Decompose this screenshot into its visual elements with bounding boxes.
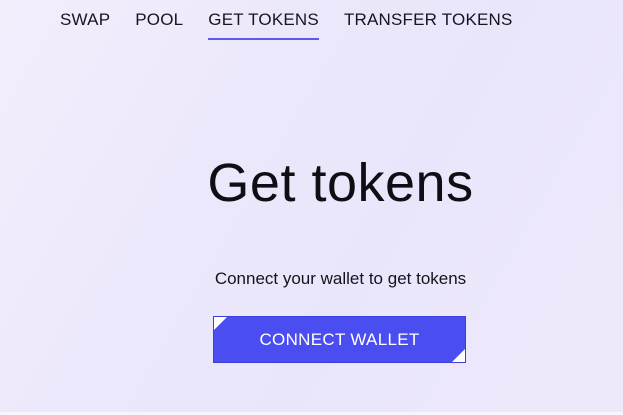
tab-transfer-tokens[interactable]: TRANSFER TOKENS xyxy=(344,10,513,40)
tab-get-tokens[interactable]: GET TOKENS xyxy=(208,10,319,40)
connect-wallet-label: CONNECT WALLET xyxy=(259,329,420,349)
button-corner-decoration xyxy=(214,317,227,330)
page-title: Get tokens xyxy=(207,153,474,213)
connect-wallet-button[interactable]: CONNECT WALLET xyxy=(213,316,466,363)
page-subtitle: Connect your wallet to get tokens xyxy=(214,269,467,288)
button-corner-decoration xyxy=(452,349,465,362)
tab-swap[interactable]: SWAP xyxy=(60,10,110,40)
tab-pool[interactable]: POOL xyxy=(135,10,183,40)
top-nav: SWAP POOL GET TOKENS TRANSFER TOKENS xyxy=(60,10,538,40)
